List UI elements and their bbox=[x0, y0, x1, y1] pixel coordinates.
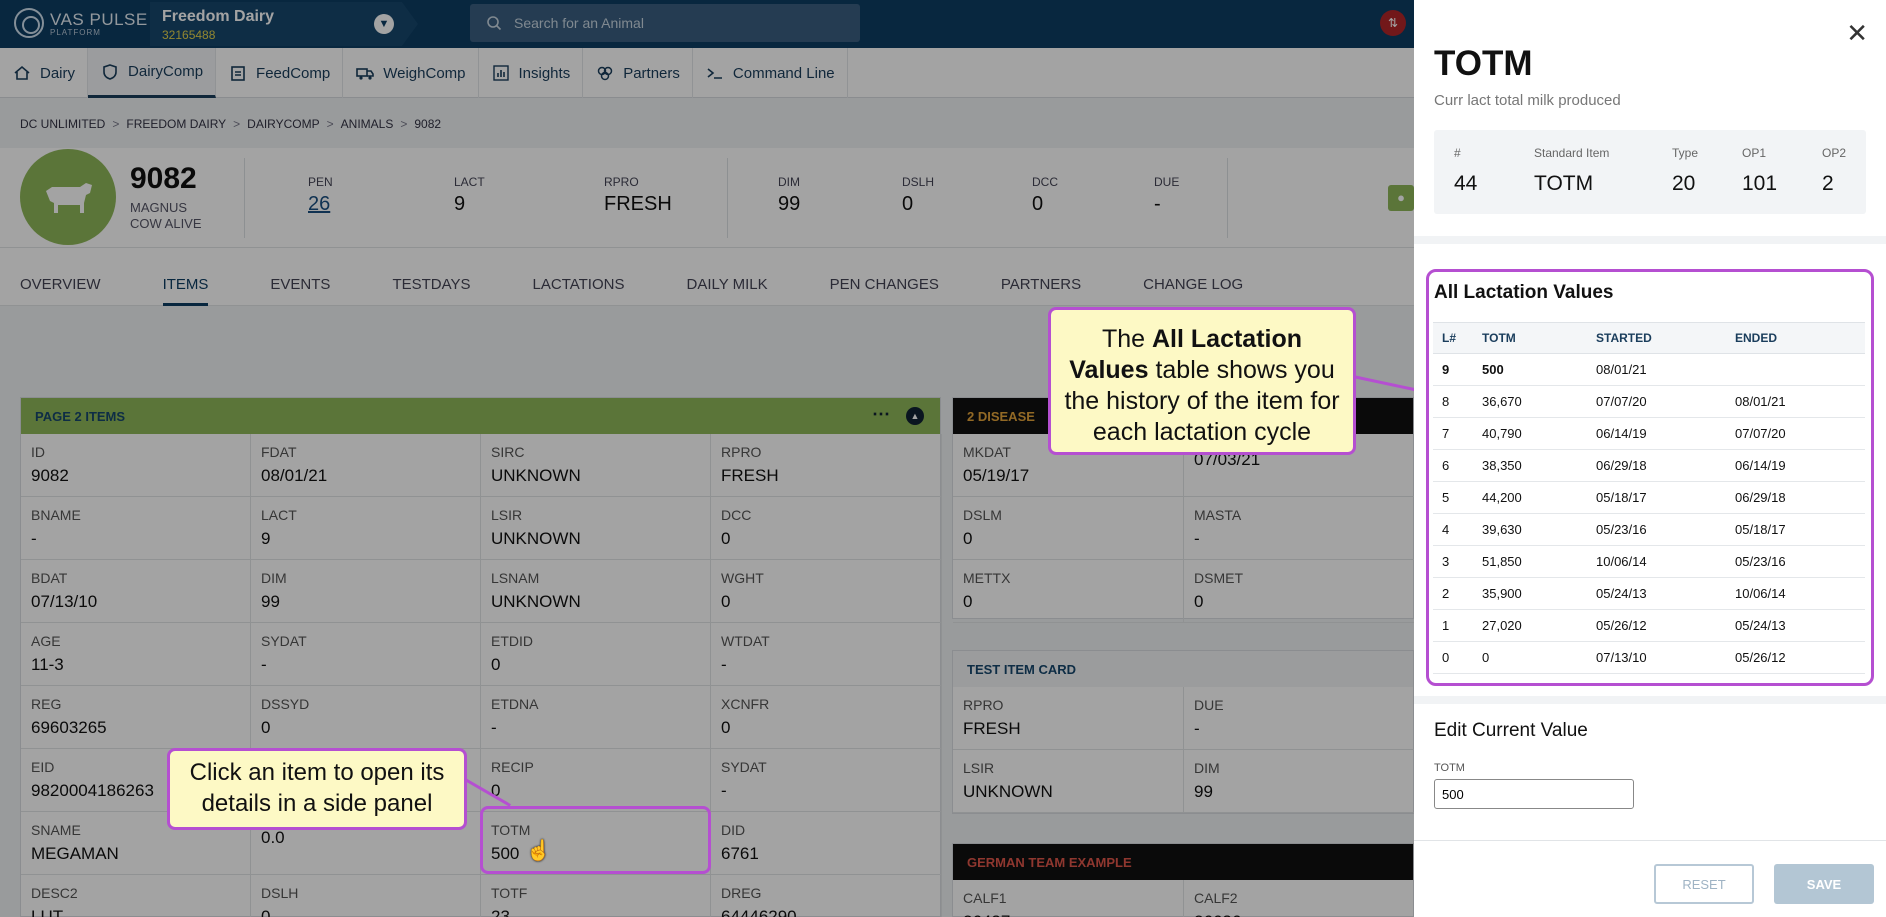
table-cell: 6 bbox=[1433, 449, 1473, 482]
info-op2: OP2 2 bbox=[1822, 146, 1846, 196]
table-cell: 8 bbox=[1433, 385, 1473, 418]
table-cell: 07/07/20 bbox=[1726, 417, 1865, 450]
table-cell: 36,670 bbox=[1473, 385, 1587, 418]
info-value: 101 bbox=[1742, 172, 1778, 195]
column-header: STARTED bbox=[1587, 322, 1726, 354]
table-cell: 06/29/18 bbox=[1726, 481, 1865, 514]
reset-button[interactable]: RESET bbox=[1654, 864, 1754, 904]
table-cell: 0 bbox=[1433, 641, 1473, 674]
table-cell bbox=[1726, 353, 1865, 386]
table-cell: 06/14/19 bbox=[1726, 449, 1865, 482]
table-cell: 9 bbox=[1433, 353, 1473, 386]
table-cell: 05/18/17 bbox=[1726, 513, 1865, 546]
table-cell: 10/06/14 bbox=[1726, 577, 1865, 610]
table-cell: 35,900 bbox=[1473, 577, 1587, 610]
panel-title: TOTM bbox=[1434, 44, 1533, 83]
table-cell: 07/13/10 bbox=[1587, 641, 1726, 674]
column-header: ENDED bbox=[1726, 322, 1865, 354]
table-cell: 4 bbox=[1433, 513, 1473, 546]
totm-highlight bbox=[480, 806, 711, 874]
table-cell: 05/18/17 bbox=[1587, 481, 1726, 514]
info-type: Type 20 bbox=[1672, 146, 1698, 196]
info-op1: OP1 101 bbox=[1742, 146, 1777, 196]
column-header: TOTM bbox=[1473, 322, 1587, 354]
info-standard-item: Standard Item TOTM bbox=[1534, 146, 1609, 196]
table-cell: 05/26/12 bbox=[1726, 641, 1865, 674]
lactation-table: L# TOTM STARTED ENDED 9 500 08/01/21 8 36,670 07… bbox=[1433, 322, 1865, 674]
table-row: 8 36,670 07/07/20 08/01/21 bbox=[1433, 385, 1865, 418]
info-label: OP2 bbox=[1822, 146, 1847, 160]
table-cell: 5 bbox=[1433, 481, 1473, 514]
info-value: 44 bbox=[1454, 172, 1478, 195]
table-cell: 2 bbox=[1433, 577, 1473, 610]
table-cell: 10/06/14 bbox=[1587, 545, 1726, 578]
info-value: 2 bbox=[1822, 172, 1834, 195]
table-cell: 06/14/19 bbox=[1587, 417, 1726, 450]
table-cell: 27,020 bbox=[1473, 609, 1587, 642]
main-app: VAS PULSE PLATFORM Freedom Dairy 3216548… bbox=[0, 0, 1414, 917]
panel-subtitle: Curr lact total milk produced bbox=[1434, 92, 1621, 109]
table-cell: 08/01/21 bbox=[1726, 385, 1865, 418]
cursor-hand-icon: ☝ bbox=[526, 840, 551, 862]
edit-label: TOTM bbox=[1434, 762, 1465, 774]
table-cell: 40,790 bbox=[1473, 417, 1587, 450]
item-side-panel: ✕ TOTM Curr lact total milk produced #44… bbox=[1414, 0, 1886, 917]
table-cell: 500 bbox=[1473, 353, 1587, 386]
divider bbox=[1414, 840, 1886, 841]
table-cell: 08/01/21 bbox=[1587, 353, 1726, 386]
table-row: 4 39,630 05/23/16 05/18/17 bbox=[1433, 513, 1865, 546]
lactation-callout: The All Lactation Values table shows you… bbox=[1048, 307, 1356, 455]
items-callout: Click an item to open its details in a s… bbox=[167, 748, 467, 830]
table-cell: 0 bbox=[1473, 641, 1587, 674]
save-button[interactable]: SAVE bbox=[1774, 864, 1874, 904]
edit-title: Edit Current Value bbox=[1434, 720, 1588, 741]
info-label: Type bbox=[1672, 146, 1699, 160]
info-value: 20 bbox=[1672, 172, 1696, 195]
table-cell: 39,630 bbox=[1473, 513, 1587, 546]
table-cell: 07/07/20 bbox=[1587, 385, 1726, 418]
table-cell: 38,350 bbox=[1473, 449, 1587, 482]
callout-text: The bbox=[1101, 325, 1152, 353]
table-cell: 06/29/18 bbox=[1587, 449, 1726, 482]
table-cell: 44,200 bbox=[1473, 481, 1587, 514]
table-cell: 05/26/12 bbox=[1587, 609, 1726, 642]
info-label: OP1 bbox=[1742, 146, 1767, 160]
table-cell: 05/23/16 bbox=[1587, 513, 1726, 546]
table-row: 3 51,850 10/06/14 05/23/16 bbox=[1433, 545, 1865, 578]
info-value: TOTM bbox=[1534, 172, 1594, 195]
info-label: # bbox=[1454, 146, 1461, 160]
divider bbox=[1414, 236, 1886, 244]
table-cell: 05/23/16 bbox=[1726, 545, 1865, 578]
table-header: L# TOTM STARTED ENDED bbox=[1433, 322, 1865, 354]
column-header: L# bbox=[1433, 322, 1473, 354]
table-cell: 7 bbox=[1433, 417, 1473, 450]
item-info: #44 Standard Item TOTM Type 20 OP1 101 OP2 2 bbox=[1434, 130, 1866, 214]
divider bbox=[1414, 696, 1886, 704]
table-row: 2 35,900 05/24/13 10/06/14 bbox=[1433, 577, 1865, 610]
lactation-title: All Lactation Values bbox=[1434, 282, 1614, 303]
table-cell: 1 bbox=[1433, 609, 1473, 642]
info-label: Standard Item bbox=[1534, 146, 1610, 160]
table-cell: 05/24/13 bbox=[1726, 609, 1865, 642]
table-row: 6 38,350 06/29/18 06/14/19 bbox=[1433, 449, 1865, 482]
close-icon[interactable]: ✕ bbox=[1846, 18, 1868, 49]
table-row: 9 500 08/01/21 bbox=[1433, 353, 1865, 386]
table-row: 0 0 07/13/10 05/26/12 bbox=[1433, 641, 1865, 674]
table-cell: 3 bbox=[1433, 545, 1473, 578]
table-cell: 51,850 bbox=[1473, 545, 1587, 578]
table-row: 1 27,020 05/26/12 05/24/13 bbox=[1433, 609, 1865, 642]
info-number: #44 bbox=[1454, 146, 1477, 196]
table-row: 5 44,200 05/18/17 06/29/18 bbox=[1433, 481, 1865, 514]
table-cell: 05/24/13 bbox=[1587, 577, 1726, 610]
table-row: 7 40,790 06/14/19 07/07/20 bbox=[1433, 417, 1865, 450]
edit-value-input[interactable] bbox=[1434, 779, 1634, 809]
